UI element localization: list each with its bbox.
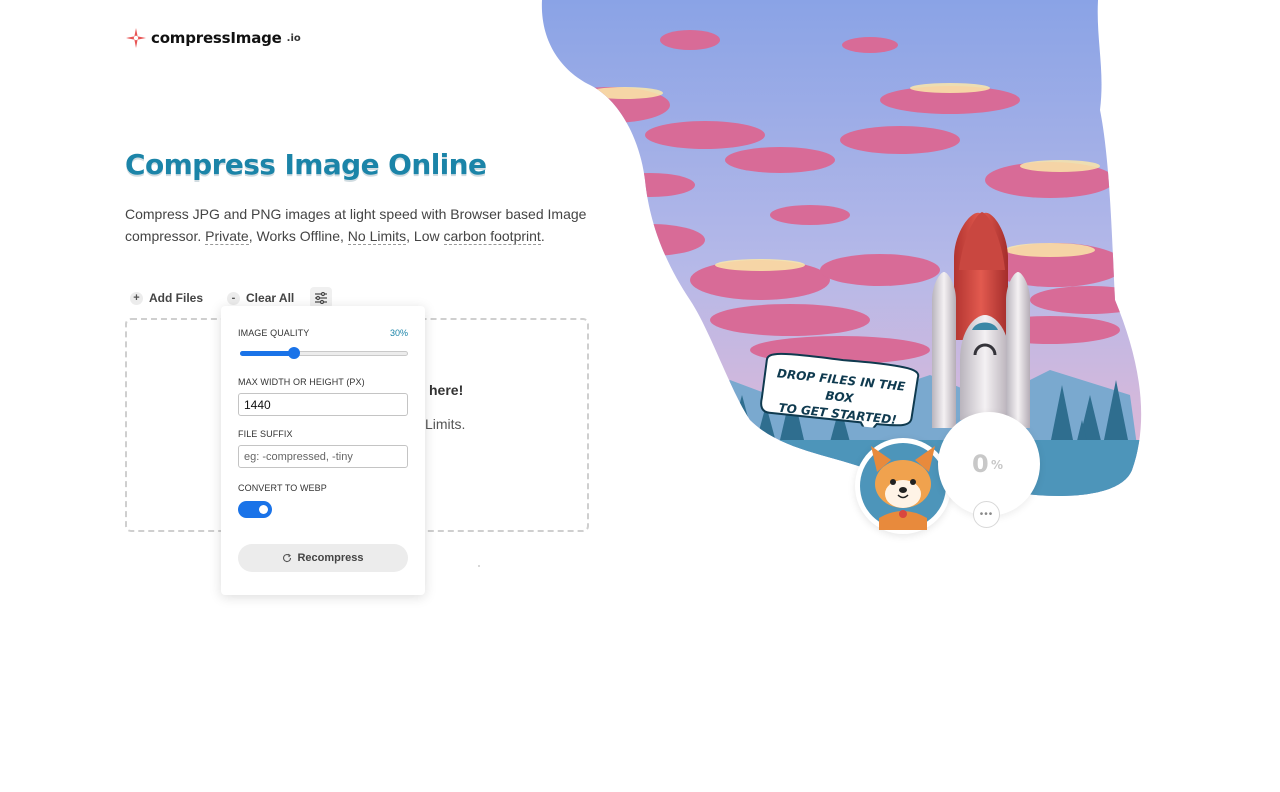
- quality-slider-fill: [240, 351, 294, 356]
- file-suffix-input[interactable]: [238, 445, 408, 468]
- quality-slider-handle[interactable]: [288, 347, 300, 359]
- progress-value: 0: [972, 450, 989, 478]
- private-link[interactable]: Private: [205, 228, 249, 245]
- sparkle-star-icon: [126, 28, 146, 48]
- webp-toggle[interactable]: [238, 501, 272, 518]
- refresh-icon: [283, 553, 292, 563]
- carbon-footprint-link[interactable]: carbon footprint: [443, 228, 541, 245]
- decorative-dot: [478, 565, 480, 567]
- no-limits-link[interactable]: No Limits: [347, 228, 407, 245]
- page-title: Compress Image Online: [125, 148, 487, 181]
- quality-value: 30%: [389, 328, 408, 338]
- clear-all-label: Clear All: [246, 291, 295, 305]
- dog-mascot-avatar: [855, 438, 951, 534]
- webp-label: CONVERT TO WEBP: [238, 483, 327, 493]
- hero-illustration: [541, 0, 1142, 496]
- clear-all-button[interactable]: - Clear All: [227, 291, 294, 305]
- quality-slider[interactable]: [240, 347, 408, 359]
- brand-logo[interactable]: compressImage .io: [126, 28, 301, 48]
- drop-zone-title: here!: [429, 382, 464, 398]
- settings-panel: IMAGE QUALITY 30% MAX WIDTH OR HEIGHT (P…: [221, 306, 425, 595]
- max-size-input[interactable]: [238, 393, 408, 416]
- add-files-label: Add Files: [149, 291, 204, 305]
- recompress-button[interactable]: Recompress: [238, 544, 408, 572]
- brand-name: compressImage: [151, 29, 282, 47]
- brand-tld: .io: [286, 32, 301, 44]
- quality-row: IMAGE QUALITY 30%: [238, 328, 408, 338]
- sliders-icon: [315, 292, 328, 304]
- dog-mascot-icon: [860, 443, 946, 530]
- max-size-label: MAX WIDTH OR HEIGHT (PX): [238, 377, 365, 387]
- quality-label: IMAGE QUALITY: [238, 328, 310, 338]
- progress-percent-sign: %: [991, 458, 1004, 472]
- recompress-label: Recompress: [297, 552, 364, 564]
- more-options-button[interactable]: •••: [973, 501, 1000, 528]
- drop-zone-subtitle: Limits.: [425, 416, 466, 432]
- minus-icon: -: [227, 291, 241, 305]
- add-files-button[interactable]: + Add Files: [130, 291, 203, 305]
- file-suffix-label: FILE SUFFIX: [238, 429, 293, 439]
- page-description: Compress JPG and PNG images at light spe…: [125, 203, 595, 247]
- plus-icon: +: [130, 291, 143, 305]
- ellipsis-icon: •••: [979, 509, 994, 520]
- webp-toggle-knob: [259, 505, 268, 514]
- description-sep-2: , Low: [406, 228, 444, 244]
- description-sep-1: , Works Offline,: [248, 228, 348, 244]
